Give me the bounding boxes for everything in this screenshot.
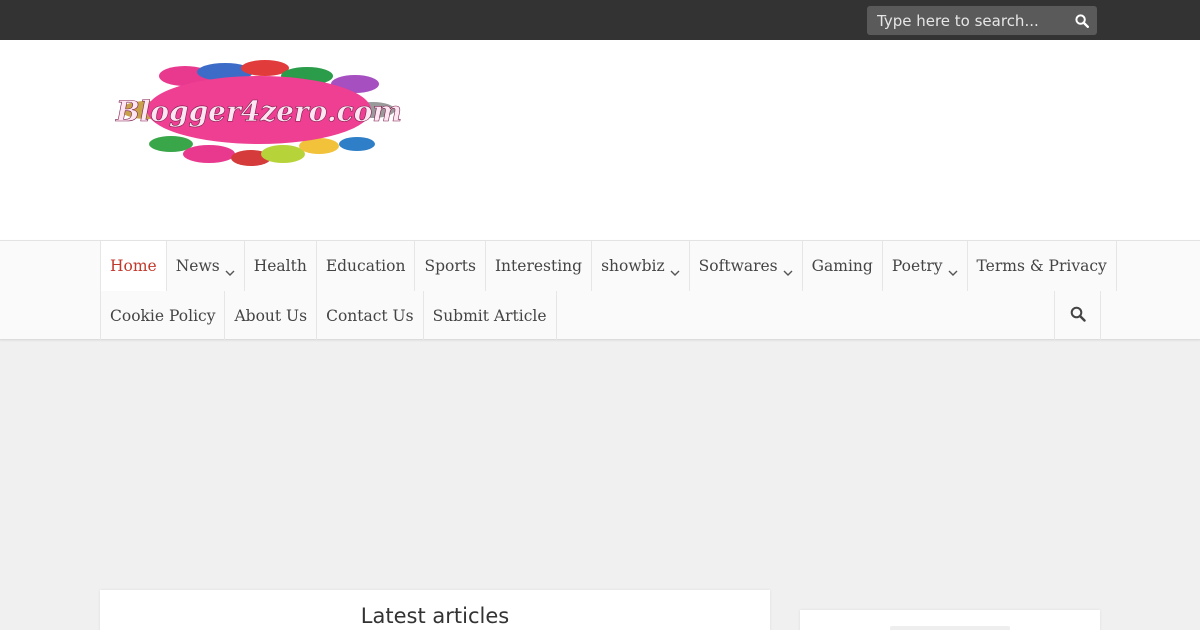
nav-item-gaming[interactable]: Gaming — [803, 241, 883, 291]
latest-articles-card: Latest articles — [100, 590, 770, 630]
site-header: Blogger4zero.com — [0, 40, 1200, 240]
nav-item-home[interactable]: Home — [100, 241, 167, 291]
section-title: Latest articles — [360, 604, 510, 628]
nav-item-label: Health — [253, 257, 307, 275]
nav-item-label: Submit Article — [432, 307, 547, 325]
nav-search-button[interactable] — [1054, 291, 1101, 340]
search-input[interactable] — [867, 6, 1067, 35]
nav-item-about-us[interactable]: About Us — [225, 291, 318, 341]
site-logo[interactable]: Blogger4zero.com — [115, 58, 405, 170]
nav-item-label: Home — [110, 257, 157, 275]
nav-item-label: Cookie Policy — [110, 307, 216, 325]
nav-item-label: Contact Us — [326, 307, 414, 325]
nav-item-softwares[interactable]: Softwares — [690, 241, 803, 291]
nav-row-1: Home News Health Education Sports Interesting… — [100, 241, 1117, 291]
nav-item-interesting[interactable]: Interesting — [486, 241, 593, 291]
nav-item-label: News — [175, 257, 220, 275]
nav-item-label: Education — [325, 257, 406, 275]
nav-item-terms-privacy[interactable]: Terms & Privacy — [968, 241, 1117, 291]
nav-item-submit-article[interactable]: Submit Article — [424, 291, 557, 341]
nav-item-label: Softwares — [698, 257, 778, 275]
chevron-down-icon — [225, 263, 235, 276]
sidebar-widget — [800, 610, 1100, 630]
nav-item-news[interactable]: News — [167, 241, 245, 291]
nav-item-education[interactable]: Education — [317, 241, 416, 291]
search-icon[interactable] — [1075, 13, 1090, 29]
chevron-down-icon — [670, 263, 680, 276]
nav-item-label: showbiz — [601, 257, 665, 275]
nav-item-poetry[interactable]: Poetry — [883, 241, 968, 291]
nav-item-sports[interactable]: Sports — [415, 241, 486, 291]
sidebar-widget-heading — [890, 626, 1010, 630]
main-navigation: Home News Health Education Sports Interesting… — [0, 240, 1200, 341]
nav-item-showbiz[interactable]: showbiz — [592, 241, 690, 291]
nav-row-2: Cookie Policy About Us Contact Us Submit Ar… — [100, 291, 557, 341]
nav-item-label: About Us — [234, 307, 308, 325]
nav-item-health[interactable]: Health — [245, 241, 317, 291]
search-icon — [1070, 306, 1086, 326]
nav-item-cookie-policy[interactable]: Cookie Policy — [100, 291, 226, 341]
top-bar — [0, 0, 1200, 40]
nav-item-label: Interesting — [494, 257, 583, 275]
nav-item-label: Terms & Privacy — [976, 257, 1107, 275]
nav-item-label: Sports — [424, 257, 476, 275]
chevron-down-icon — [948, 263, 958, 276]
nav-item-contact-us[interactable]: Contact Us — [317, 291, 424, 341]
top-search-box — [867, 6, 1097, 35]
nav-item-label: Poetry — [891, 257, 943, 275]
chevron-down-icon — [783, 263, 793, 276]
nav-item-label: Gaming — [811, 257, 873, 275]
logo-text: Blogger4zero.com — [115, 95, 402, 128]
